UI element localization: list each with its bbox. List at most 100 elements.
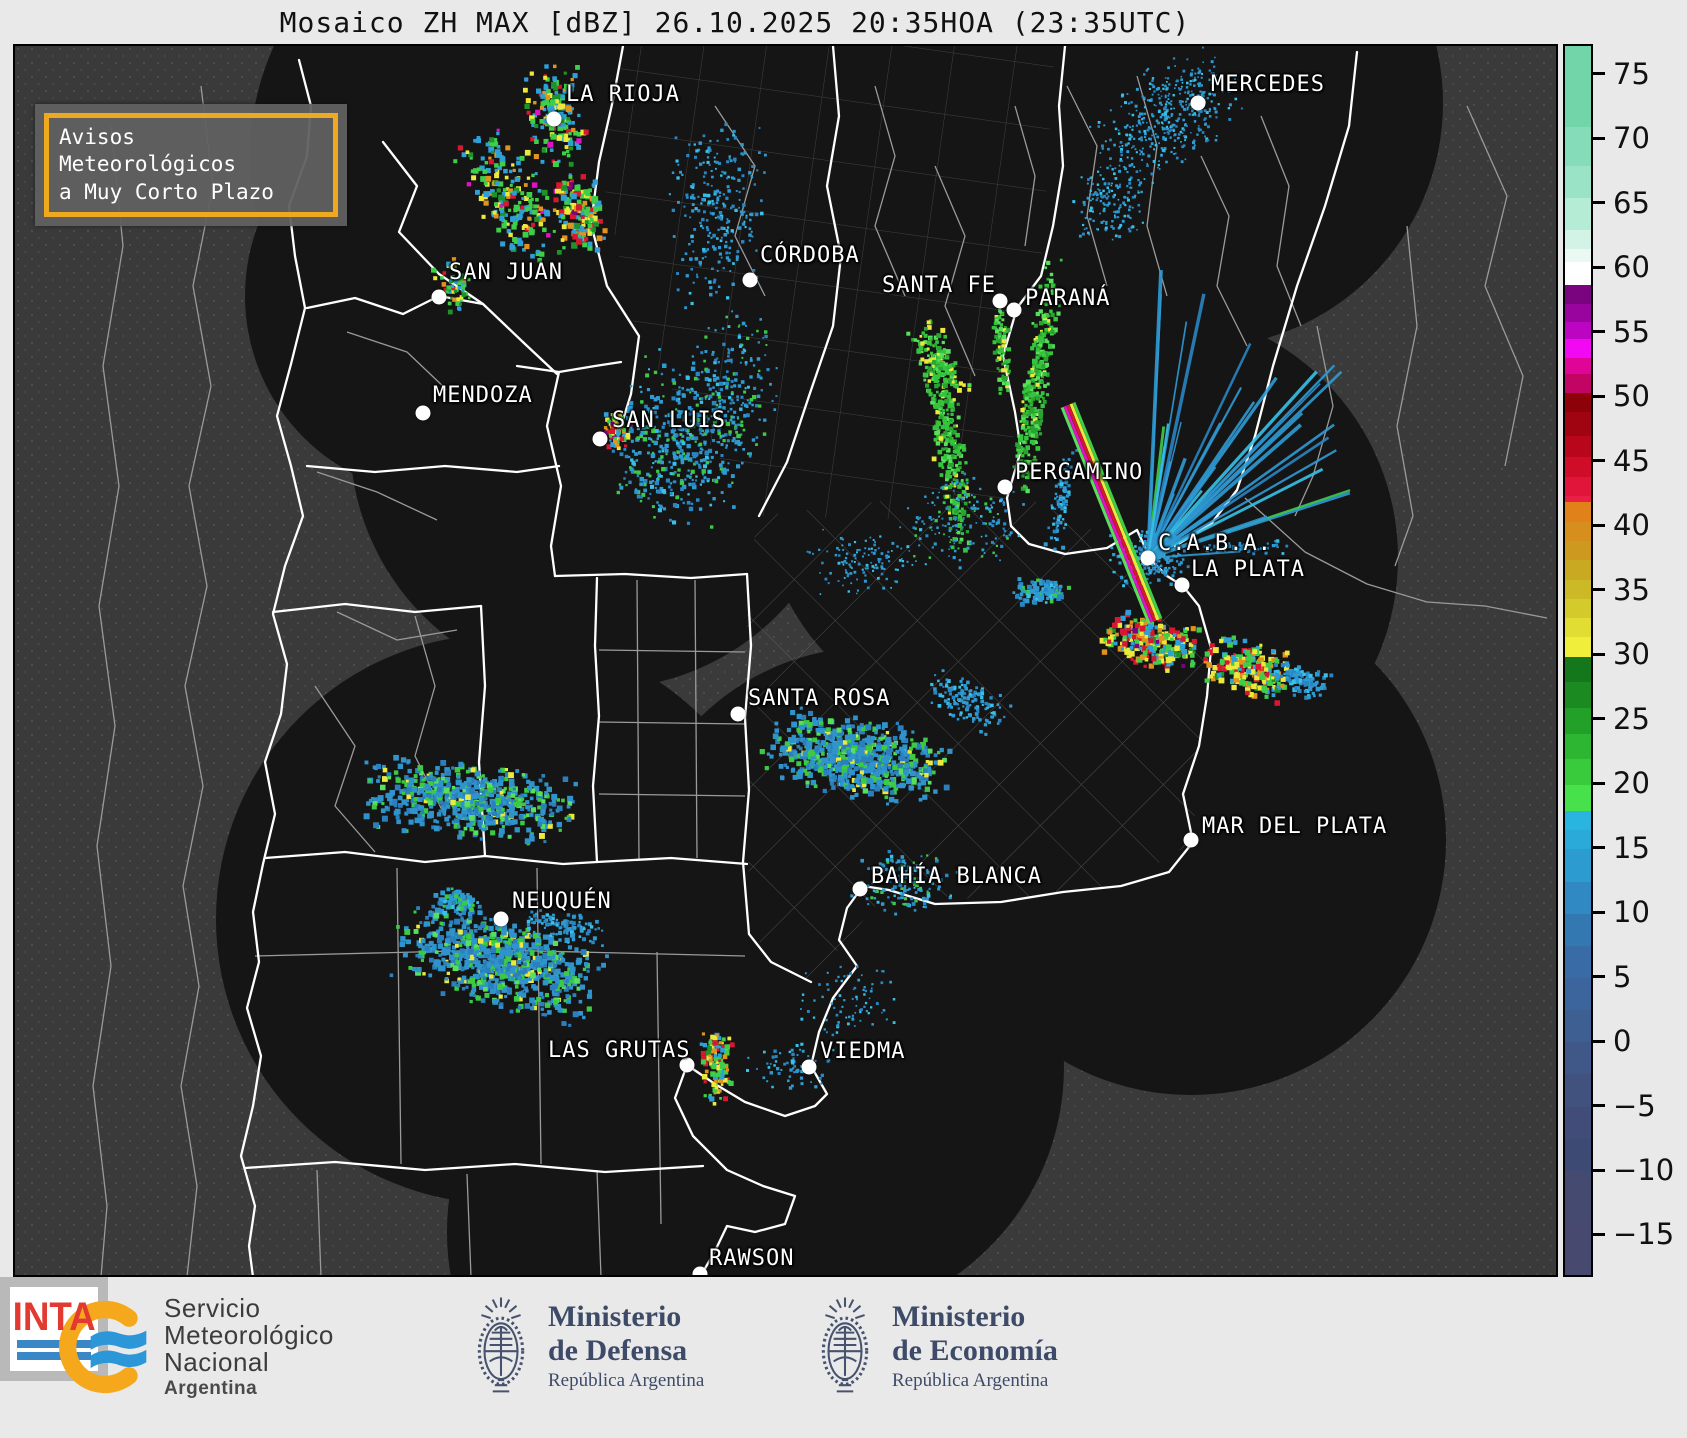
colorbar-tick-mark xyxy=(1593,265,1605,269)
colorbar-tick-mark xyxy=(1593,588,1605,592)
colorbar-tick-label: 25 xyxy=(1613,701,1650,736)
city-marker xyxy=(431,289,447,305)
colorbar-segment xyxy=(1565,304,1591,323)
colorbar-segment xyxy=(1565,165,1591,198)
city-label: SAN LUIS xyxy=(612,408,726,433)
colorbar-segment xyxy=(1565,810,1591,831)
colorbar-segment xyxy=(1565,540,1591,561)
smn-logo: Servicio Meteorológico Nacional Argentin… xyxy=(58,1293,334,1399)
colorbar-tick-mark xyxy=(1593,1039,1605,1043)
colorbar-segment xyxy=(1565,1170,1591,1220)
warning-line-2: a Muy Corto Plazo xyxy=(59,179,274,204)
colorbar-tick-label: 35 xyxy=(1613,572,1650,607)
colorbar-segment xyxy=(1565,785,1591,811)
colorbar-tick-label: −10 xyxy=(1613,1153,1675,1187)
colorbar-tick-mark xyxy=(1593,201,1605,205)
colorbar-segment xyxy=(1565,733,1591,760)
colorbar-segment xyxy=(1565,759,1591,786)
colorbar-segment xyxy=(1565,46,1591,127)
warning-box-frame: Avisos Meteorológicos a Muy Corto Plazo xyxy=(44,113,338,217)
colorbar-segment xyxy=(1565,682,1591,709)
colorbar-segment xyxy=(1565,881,1591,914)
city-marker xyxy=(997,479,1013,495)
colorbar-tick-mark xyxy=(1593,652,1605,656)
colorbar-segment xyxy=(1565,476,1591,496)
city-marker xyxy=(546,111,562,127)
colorbar-segment xyxy=(1565,1074,1591,1107)
city-marker xyxy=(1183,832,1199,848)
colorbar-tick-mark xyxy=(1593,72,1605,76)
city-label: VIEDMA xyxy=(820,1039,906,1064)
ministerio-economia-logo: Ministerio de Economía República Argenti… xyxy=(812,1285,1058,1407)
colorbar-segment xyxy=(1565,521,1591,541)
economia-line-1: Ministerio xyxy=(892,1300,1026,1334)
colorbar-segment xyxy=(1565,913,1591,946)
city-label: LAS GRUTAS xyxy=(548,1038,691,1063)
colorbar-tick-mark xyxy=(1593,1168,1605,1172)
colorbar-segment xyxy=(1565,373,1591,394)
colorbar-tick-label: −5 xyxy=(1613,1088,1656,1123)
colorbar-segment xyxy=(1565,618,1591,638)
city-label: NEUQUÉN xyxy=(512,889,612,914)
city-label: MENDOZA xyxy=(433,383,533,408)
colorbar-segment xyxy=(1565,656,1591,683)
colorbar-tick-label: 20 xyxy=(1613,766,1650,800)
city-label: LA PLATA xyxy=(1191,557,1305,582)
colorbar-segment xyxy=(1565,412,1591,436)
colorbar-tick-label: 60 xyxy=(1613,250,1650,285)
colorbar-segment xyxy=(1565,457,1591,477)
city-marker xyxy=(592,431,608,447)
coat-of-arms-icon xyxy=(468,1285,534,1407)
colorbar-tick-label: 50 xyxy=(1613,379,1650,414)
colorbar-segment xyxy=(1565,1042,1591,1075)
radar-map-canvas xyxy=(15,46,1556,1275)
smn-line-2: Meteorológico xyxy=(164,1320,334,1351)
economia-line-2: de Economía xyxy=(892,1334,1058,1367)
colorbar-segment xyxy=(1565,502,1591,522)
colorbar-segment xyxy=(1565,262,1591,286)
coat-of-arms-icon xyxy=(812,1285,878,1407)
warning-box: Avisos Meteorológicos a Muy Corto Plazo xyxy=(35,104,347,226)
city-marker xyxy=(692,1266,708,1275)
economia-sub: República Argentina xyxy=(892,1369,1049,1391)
colorbar-tick-mark xyxy=(1593,717,1605,720)
colorbar-tick-label: 55 xyxy=(1613,314,1650,349)
city-marker xyxy=(415,405,431,421)
city-label: BAHÍA BLANCA xyxy=(871,864,1042,889)
defensa-line-2: de Defensa xyxy=(548,1334,688,1367)
colorbar-tick-label: 5 xyxy=(1613,959,1632,994)
colorbar-segment xyxy=(1565,849,1591,882)
colorbar-tick-mark xyxy=(1593,523,1605,527)
defensa-line-1: Ministerio xyxy=(548,1300,682,1334)
colorbar-tick-mark xyxy=(1593,1232,1605,1236)
smn-line-1: Servicio xyxy=(164,1293,261,1323)
colorbar-tick-mark xyxy=(1593,136,1605,140)
city-label: CÓRDOBA xyxy=(760,243,860,268)
colorbar-tick-mark xyxy=(1593,975,1605,978)
colorbar-tick-label: 40 xyxy=(1613,508,1650,543)
inta-wordmark: INTA xyxy=(12,1295,96,1339)
colorbar-segment xyxy=(1565,579,1591,599)
colorbar-tick-mark xyxy=(1593,781,1605,785)
colorbar-segment xyxy=(1565,945,1591,979)
city-label: PARANÁ xyxy=(1025,286,1111,311)
city-label: PERGAMINO xyxy=(1015,460,1144,485)
colorbar-segment xyxy=(1565,830,1591,850)
colorbar-tick-mark xyxy=(1593,330,1605,334)
colorbar-tick-mark xyxy=(1593,910,1605,914)
colorbar-tick-label: 15 xyxy=(1613,830,1650,865)
colorbar-segment xyxy=(1565,1106,1591,1139)
city-label: SANTA ROSA xyxy=(748,686,891,711)
colorbar-segment xyxy=(1565,978,1591,1011)
colorbar-tick-label: 10 xyxy=(1613,895,1650,929)
city-label: SAN JUAN xyxy=(449,260,563,285)
colorbar-segment xyxy=(1565,229,1591,250)
colorbar-segment xyxy=(1565,393,1591,413)
colorbar-segment xyxy=(1565,358,1591,374)
city-label: SANTA FE xyxy=(882,273,996,298)
colorbar-segment xyxy=(1565,560,1591,580)
city-label: RAWSON xyxy=(709,1246,795,1271)
ministerio-defensa-logo: Ministerio de Defensa República Argentin… xyxy=(468,1285,704,1407)
colorbar-segment xyxy=(1565,435,1591,458)
city-marker xyxy=(493,911,509,927)
